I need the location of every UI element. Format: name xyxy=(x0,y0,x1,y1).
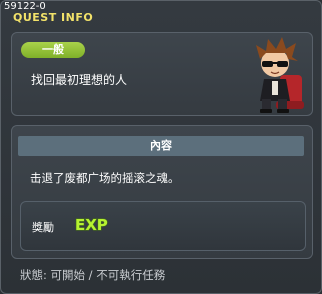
reward-box: 獎勵 EXP xyxy=(20,201,306,251)
exp-label: EXP xyxy=(75,216,108,234)
quest-description: 击退了废都广场的摇滚之魂。 xyxy=(30,171,180,185)
category-badge: 一般 xyxy=(21,42,85,58)
content-section-header: 內容 xyxy=(18,136,304,156)
npc-portrait xyxy=(256,37,304,113)
window-title: QUEST INFO xyxy=(13,11,94,24)
quest-status: 狀態: 可開始 / 不可執行任務 xyxy=(20,268,166,282)
quest-name: 找回最初理想的人 xyxy=(31,73,128,87)
quest-content-panel: 內容 击退了废都广场的摇滚之魂。 獎勵 EXP xyxy=(11,125,313,259)
quest-info-window: 59122-0 QUEST INFO 一般 找回最初理想的人 內容 击退了废都广… xyxy=(0,0,322,294)
exp-icon: EXP xyxy=(75,216,109,235)
reward-label: 獎勵 xyxy=(32,221,54,234)
quest-header-panel: 一般 找回最初理想的人 xyxy=(11,32,313,116)
